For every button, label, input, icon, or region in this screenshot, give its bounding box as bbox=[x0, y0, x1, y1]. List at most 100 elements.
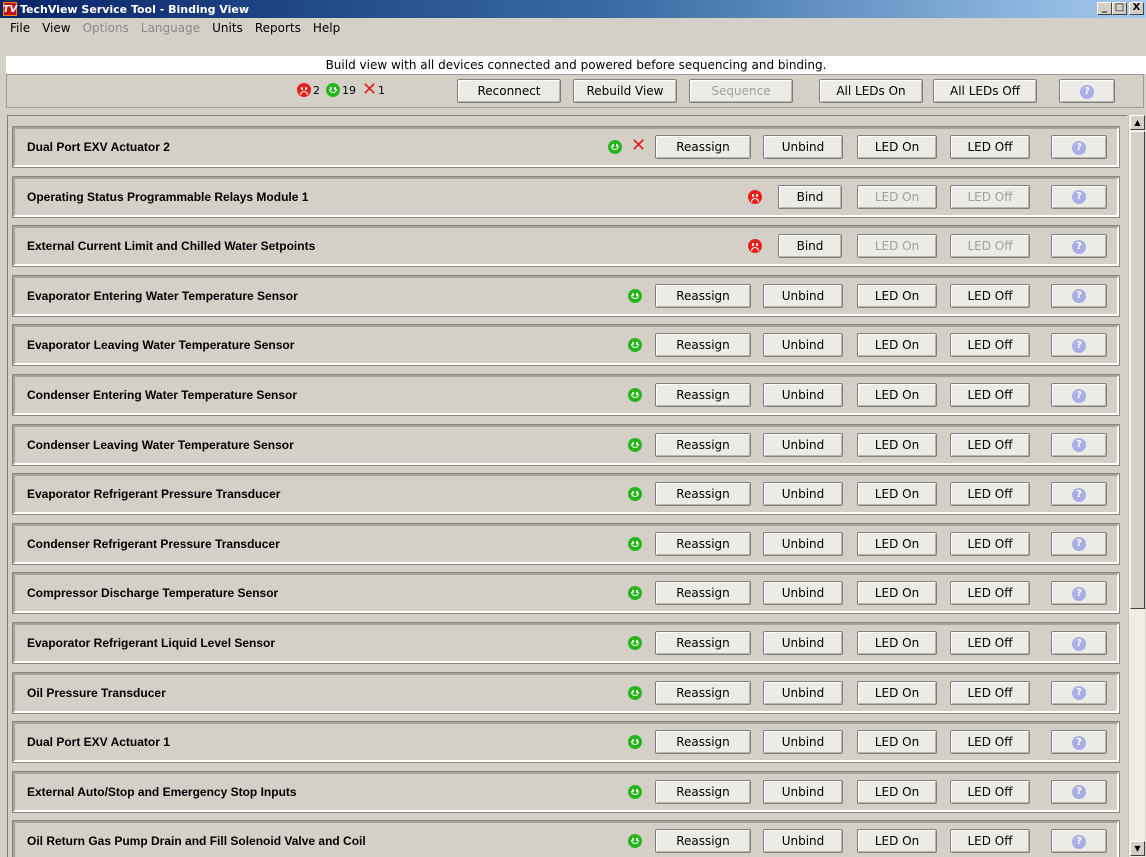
menu-file[interactable]: File bbox=[4, 21, 36, 35]
led-on-button[interactable]: LED On bbox=[857, 283, 937, 308]
unbind-button[interactable]: Unbind bbox=[763, 283, 843, 308]
led-off-button[interactable]: LED Off bbox=[950, 779, 1030, 804]
menu-units[interactable]: Units bbox=[206, 21, 249, 35]
minimize-button[interactable]: _ bbox=[1097, 2, 1112, 15]
close-button[interactable]: X bbox=[1129, 2, 1144, 15]
unbind-button[interactable]: Unbind bbox=[763, 581, 843, 606]
led-off-button[interactable]: LED Off bbox=[950, 680, 1030, 705]
led-off-button[interactable]: LED Off bbox=[950, 581, 1030, 606]
maximize-button[interactable]: □ bbox=[1112, 2, 1127, 15]
reassign-button[interactable]: Reassign bbox=[655, 779, 751, 804]
unbind-button[interactable]: Unbind bbox=[763, 333, 843, 358]
led-on-button[interactable]: LED On bbox=[857, 779, 937, 804]
led-off-button[interactable]: LED Off bbox=[950, 829, 1030, 854]
led-on-button[interactable]: LED On bbox=[857, 234, 937, 259]
help-button[interactable]: ? bbox=[1051, 730, 1107, 755]
help-button[interactable]: ? bbox=[1051, 829, 1107, 854]
help-button[interactable]: ? bbox=[1051, 531, 1107, 556]
help-button[interactable]: ? bbox=[1051, 333, 1107, 358]
device-row: External Current Limit and Chilled Water… bbox=[12, 225, 1120, 268]
all-leds-on-button[interactable]: All LEDs On bbox=[819, 79, 923, 103]
led-off-button[interactable]: LED Off bbox=[950, 482, 1030, 507]
help-button[interactable]: ? bbox=[1051, 631, 1107, 655]
bind-button[interactable]: Bind bbox=[778, 234, 842, 259]
scroll-up-arrow-icon[interactable]: ▲ bbox=[1130, 115, 1145, 130]
led-on-button[interactable]: LED On bbox=[857, 184, 937, 209]
led-off-button[interactable]: LED Off bbox=[950, 135, 1030, 159]
reassign-button[interactable]: Reassign bbox=[655, 829, 751, 854]
scroll-down-arrow-icon[interactable]: ▼ bbox=[1130, 841, 1145, 856]
led-on-button[interactable]: LED On bbox=[857, 631, 937, 655]
unbind-button[interactable]: Unbind bbox=[763, 829, 843, 854]
help-button[interactable]: ? bbox=[1051, 432, 1107, 457]
reassign-button[interactable]: Reassign bbox=[655, 531, 751, 556]
led-off-button[interactable]: LED Off bbox=[950, 184, 1030, 209]
menu-reports[interactable]: Reports bbox=[249, 21, 307, 35]
reconnect-button[interactable]: Reconnect bbox=[457, 79, 561, 103]
app-logo-icon: TV bbox=[2, 2, 18, 16]
menu-view[interactable]: View bbox=[36, 21, 76, 35]
reassign-button[interactable]: Reassign bbox=[655, 482, 751, 507]
help-button[interactable]: ? bbox=[1051, 581, 1107, 606]
help-button[interactable]: ? bbox=[1059, 79, 1115, 103]
led-on-button[interactable]: LED On bbox=[857, 829, 937, 854]
help-button[interactable]: ? bbox=[1051, 779, 1107, 804]
menu-options[interactable]: Options bbox=[77, 21, 135, 35]
led-on-button[interactable]: LED On bbox=[857, 531, 937, 556]
vertical-scrollbar[interactable]: ▲ ▼ bbox=[1128, 115, 1145, 857]
scrollbar-thumb[interactable] bbox=[1130, 131, 1145, 609]
led-on-button[interactable]: LED On bbox=[857, 680, 937, 705]
menu-help[interactable]: Help bbox=[307, 21, 346, 35]
unbind-button[interactable]: Unbind bbox=[763, 432, 843, 457]
reassign-button[interactable]: Reassign bbox=[655, 383, 751, 407]
unbind-button[interactable]: Unbind bbox=[763, 779, 843, 804]
reassign-button[interactable]: Reassign bbox=[655, 333, 751, 358]
led-off-button[interactable]: LED Off bbox=[950, 531, 1030, 556]
help-button[interactable]: ? bbox=[1051, 135, 1107, 159]
reassign-button[interactable]: Reassign bbox=[655, 135, 751, 159]
reassign-button[interactable]: Reassign bbox=[655, 631, 751, 655]
unbind-button[interactable]: Unbind bbox=[763, 531, 843, 556]
reassign-button[interactable]: Reassign bbox=[655, 680, 751, 705]
help-button[interactable]: ? bbox=[1051, 184, 1107, 209]
device-name: Compressor Discharge Temperature Sensor bbox=[27, 586, 279, 601]
help-button[interactable]: ? bbox=[1051, 234, 1107, 259]
help-button[interactable]: ? bbox=[1051, 383, 1107, 407]
unbind-button[interactable]: Unbind bbox=[763, 631, 843, 655]
all-leds-off-button[interactable]: All LEDs Off bbox=[933, 79, 1037, 103]
led-on-button[interactable]: LED On bbox=[857, 730, 937, 755]
reassign-button[interactable]: Reassign bbox=[655, 283, 751, 308]
device-row: Evaporator Refrigerant Liquid Level Sens… bbox=[12, 622, 1120, 664]
led-off-button[interactable]: LED Off bbox=[950, 333, 1030, 358]
led-off-button[interactable]: LED Off bbox=[950, 234, 1030, 259]
help-icon: ? bbox=[1072, 388, 1086, 403]
unbind-button[interactable]: Unbind bbox=[763, 482, 843, 507]
sequence-button[interactable]: Sequence bbox=[689, 79, 793, 103]
led-on-button[interactable]: LED On bbox=[857, 432, 937, 457]
reassign-button[interactable]: Reassign bbox=[655, 581, 751, 606]
led-on-button[interactable]: LED On bbox=[857, 383, 937, 407]
led-on-button[interactable]: LED On bbox=[857, 581, 937, 606]
led-on-button[interactable]: LED On bbox=[857, 333, 937, 358]
reassign-button[interactable]: Reassign bbox=[655, 730, 751, 755]
rebuild-view-button[interactable]: Rebuild View bbox=[573, 79, 677, 103]
unbind-button[interactable]: Unbind bbox=[763, 730, 843, 755]
menu-language[interactable]: Language bbox=[135, 21, 206, 35]
device-list[interactable]: Dual Port EXV Actuator 2 ✕ Reassign Unbind L… bbox=[7, 115, 1127, 857]
help-button[interactable]: ? bbox=[1051, 482, 1107, 507]
led-off-button[interactable]: LED Off bbox=[950, 283, 1030, 308]
led-on-button[interactable]: LED On bbox=[857, 135, 937, 159]
led-off-button[interactable]: LED Off bbox=[950, 631, 1030, 655]
help-button[interactable]: ? bbox=[1051, 680, 1107, 705]
bind-button[interactable]: Bind bbox=[778, 184, 842, 209]
led-off-button[interactable]: LED Off bbox=[950, 730, 1030, 755]
reassign-button[interactable]: Reassign bbox=[655, 432, 751, 457]
led-off-button[interactable]: LED Off bbox=[950, 383, 1030, 407]
unbind-button[interactable]: Unbind bbox=[763, 680, 843, 705]
device-name: Evaporator Leaving Water Temperature Sen… bbox=[27, 338, 295, 353]
unbind-button[interactable]: Unbind bbox=[763, 135, 843, 159]
help-button[interactable]: ? bbox=[1051, 283, 1107, 308]
unbind-button[interactable]: Unbind bbox=[763, 383, 843, 407]
led-on-button[interactable]: LED On bbox=[857, 482, 937, 507]
led-off-button[interactable]: LED Off bbox=[950, 432, 1030, 457]
